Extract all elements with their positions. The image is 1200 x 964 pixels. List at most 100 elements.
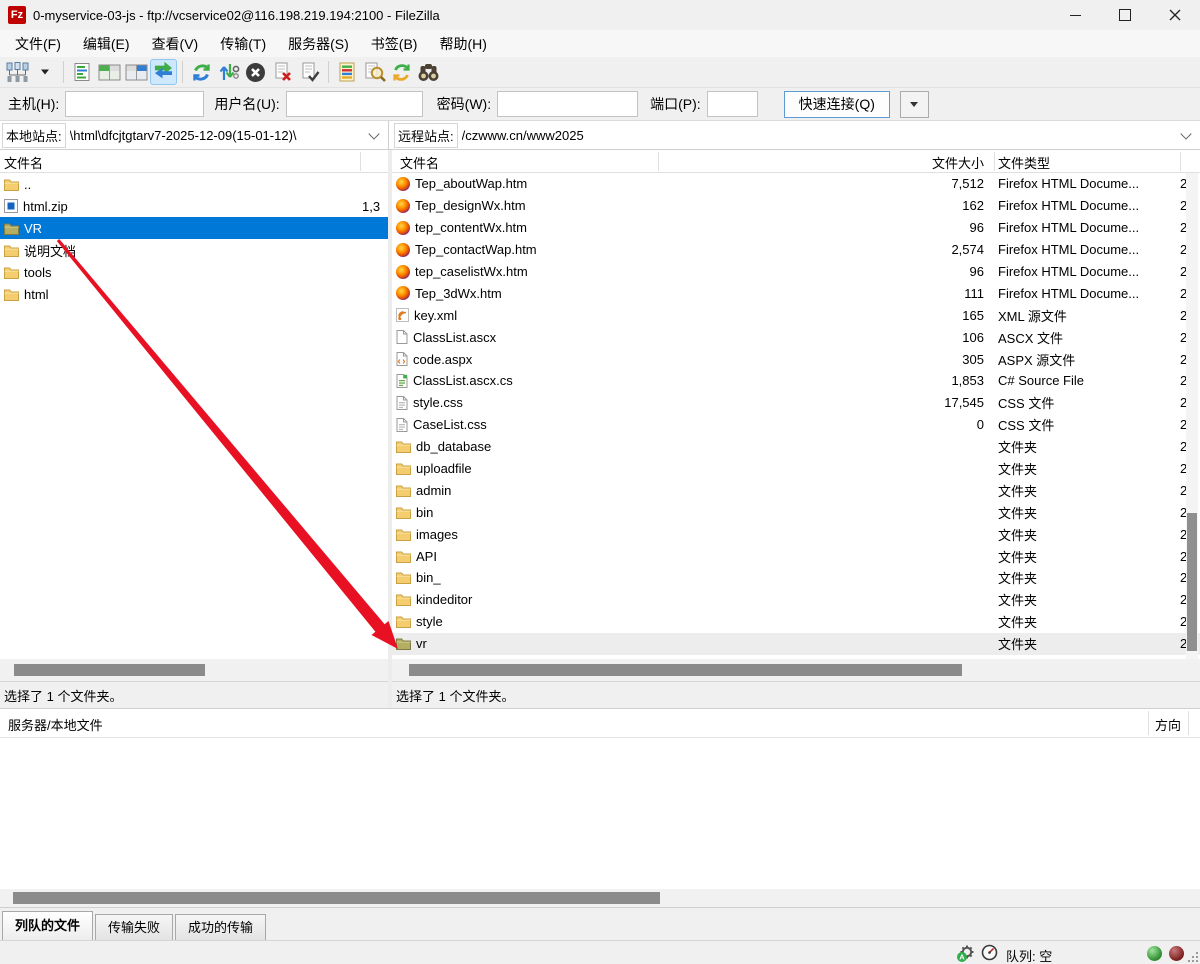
menu-item[interactable]: 文件(F) [4, 34, 72, 54]
local-file-row[interactable]: .. [0, 173, 388, 195]
toggle-local-tree-icon[interactable] [96, 59, 123, 85]
resize-grip[interactable] [1188, 951, 1199, 964]
password-input[interactable] [497, 91, 638, 117]
column-filename[interactable]: 文件名 [400, 153, 439, 172]
remote-file-row[interactable]: bin_文件夹2 [392, 567, 1200, 589]
cancel-operation-icon[interactable] [242, 59, 269, 85]
remote-file-row[interactable]: style文件夹2 [392, 611, 1200, 633]
file-name: API [416, 549, 437, 564]
remote-file-row[interactable]: kindeditor文件夹2 [392, 589, 1200, 611]
file-name: .. [24, 177, 31, 192]
column-divider[interactable] [1180, 152, 1181, 171]
scrollbar-thumb[interactable] [13, 892, 660, 904]
quickconnect-dropdown-button[interactable] [900, 91, 929, 118]
local-file-row[interactable]: html.zip1,3 [0, 195, 388, 217]
remote-file-row[interactable]: uploadfile文件夹2 [392, 458, 1200, 480]
remote-file-row[interactable]: key.xml165XML 源文件2 [392, 304, 1200, 326]
queue-status: 队列: 空 [1006, 946, 1052, 964]
local-path-combobox[interactable]: \html\dfcjtgtarv7-2025-12-09(15-01-12)\ [70, 128, 368, 143]
host-input[interactable] [65, 91, 204, 117]
column-divider[interactable] [658, 152, 659, 171]
chevron-down-icon[interactable] [368, 129, 380, 141]
remote-file-row[interactable]: Tep_3dWx.htm111Firefox HTML Docume...2 [392, 282, 1200, 304]
site-manager-icon[interactable] [4, 59, 31, 85]
port-input[interactable] [707, 91, 758, 117]
scrollbar-thumb[interactable] [1187, 513, 1197, 651]
close-button[interactable] [1150, 0, 1200, 30]
remote-file-row[interactable]: images文件夹2 [392, 523, 1200, 545]
column-direction[interactable]: 方向 [1155, 715, 1181, 734]
remote-file-row[interactable]: tep_contentWx.htm96Firefox HTML Docume..… [392, 217, 1200, 239]
site-manager-dropdown-icon[interactable] [31, 59, 58, 85]
remote-file-row[interactable]: db_database文件夹2 [392, 436, 1200, 458]
queue-tab[interactable]: 列队的文件 [2, 911, 93, 940]
remote-file-row[interactable]: CaseList.css0CSS 文件2 [392, 414, 1200, 436]
remote-file-row[interactable]: vr文件夹2 [392, 633, 1200, 655]
column-divider[interactable] [1188, 711, 1189, 735]
remote-file-row[interactable]: tep_caselistWx.htm96Firefox HTML Docume.… [392, 261, 1200, 283]
remote-horizontal-scrollbar[interactable] [392, 659, 1200, 681]
folder-icon [4, 266, 19, 279]
remote-file-row[interactable]: Tep_designWx.htm162Firefox HTML Docume..… [392, 195, 1200, 217]
status-bar: A 队列: 空 [0, 940, 1200, 964]
column-filename[interactable]: 文件名 [4, 153, 43, 172]
remote-file-row[interactable]: Tep_contactWap.htm2,574Firefox HTML Docu… [392, 239, 1200, 261]
refresh-icon[interactable] [188, 59, 215, 85]
synchronized-browsing-icon[interactable] [388, 59, 415, 85]
remote-vertical-scrollbar[interactable] [1186, 173, 1198, 659]
scrollbar-thumb[interactable] [409, 664, 962, 676]
menu-item[interactable]: 服务器(S) [277, 34, 360, 54]
remote-file-row[interactable]: style.css17,545CSS 文件2 [392, 392, 1200, 414]
local-file-row[interactable]: html [0, 283, 388, 305]
menu-item[interactable]: 帮助(H) [428, 34, 497, 54]
remote-file-row[interactable]: admin文件夹2 [392, 479, 1200, 501]
filename-filters-icon[interactable] [361, 59, 388, 85]
menu-item[interactable]: 书签(B) [360, 34, 429, 54]
file-size: 305 [658, 352, 984, 367]
queue-tab[interactable]: 传输失败 [95, 914, 173, 940]
column-server-local-file[interactable]: 服务器/本地文件 [8, 715, 103, 734]
toggle-message-log-icon[interactable] [69, 59, 96, 85]
menu-item[interactable]: 编辑(E) [72, 34, 141, 54]
menu-item[interactable]: 查看(V) [141, 34, 210, 54]
column-filesize[interactable]: 文件大小 [658, 153, 984, 172]
reset-successful-transfers-icon[interactable] [296, 59, 323, 85]
local-file-row[interactable]: tools [0, 261, 388, 283]
find-files-icon[interactable] [415, 59, 442, 85]
menu-item[interactable]: 传输(T) [209, 34, 277, 54]
toggle-remote-tree-icon[interactable] [123, 59, 150, 85]
remote-file-row[interactable]: code.aspx305ASPX 源文件2 [392, 348, 1200, 370]
quickconnect-button[interactable]: 快速连接(Q) [784, 91, 890, 118]
column-divider[interactable] [994, 152, 995, 171]
folder-icon [396, 571, 411, 584]
remote-file-row[interactable]: Tep_aboutWap.htm7,512Firefox HTML Docume… [392, 173, 1200, 195]
remote-path-combobox[interactable]: /czwww.cn/www2025 [462, 128, 1180, 143]
column-divider[interactable] [1148, 711, 1149, 735]
local-file-row[interactable]: VR [0, 217, 388, 239]
firefox-icon [396, 243, 410, 257]
minimize-button[interactable] [1050, 0, 1100, 30]
local-file-row[interactable]: 说明文档 [0, 239, 388, 261]
remote-file-row[interactable]: bin文件夹2 [392, 501, 1200, 523]
column-filetype[interactable]: 文件类型 [998, 153, 1050, 172]
remote-file-row[interactable]: ClassList.ascx.cs1,853C# Source File2 [392, 370, 1200, 392]
transfer-mode-gear-icon[interactable]: A [956, 944, 975, 964]
remote-file-row[interactable]: API文件夹2 [392, 545, 1200, 567]
username-input[interactable] [286, 91, 423, 117]
file-type: 文件夹 [998, 525, 1174, 544]
remote-file-row[interactable]: ClassList.ascx106ASCX 文件2 [392, 326, 1200, 348]
queue-tab[interactable]: 成功的传输 [175, 914, 266, 940]
maximize-button[interactable] [1100, 0, 1150, 30]
toggle-transfer-queue-icon[interactable] [150, 59, 177, 85]
scrollbar-thumb[interactable] [14, 664, 205, 676]
process-queue-icon[interactable] [215, 59, 242, 85]
chevron-down-icon[interactable] [1180, 129, 1192, 141]
remove-failed-transfers-icon[interactable] [269, 59, 296, 85]
local-horizontal-scrollbar[interactable] [0, 659, 388, 681]
file-size: 111 [658, 286, 984, 301]
directory-comparison-icon[interactable] [334, 59, 361, 85]
column-divider[interactable] [360, 152, 361, 171]
speed-limit-icon[interactable] [981, 944, 998, 964]
local-site-bar: 本地站点: \html\dfcjtgtarv7-2025-12-09(15-01… [0, 121, 389, 149]
queue-horizontal-scrollbar[interactable] [0, 889, 1200, 907]
